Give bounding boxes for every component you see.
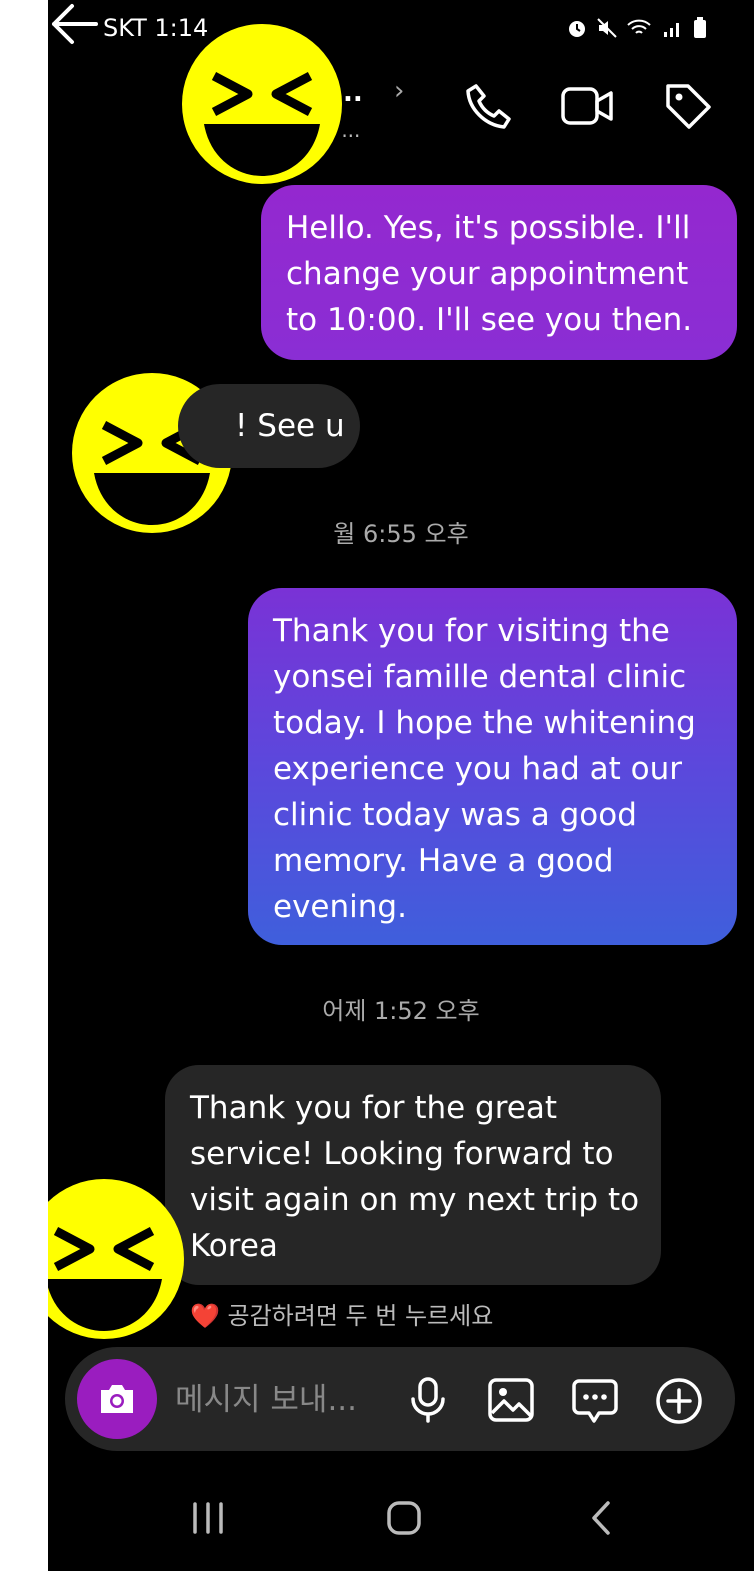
incoming-message-text: ! See u — [235, 408, 345, 444]
chevron-right-icon[interactable]: › — [394, 76, 404, 106]
back-arrow-icon[interactable] — [48, 0, 100, 48]
recent-apps-icon[interactable] — [188, 1498, 228, 1538]
sticker-icon[interactable] — [571, 1377, 619, 1425]
timestamp: 어제 1:52 오후 — [322, 997, 480, 1025]
incoming-message[interactable]: ! See u — [178, 384, 360, 468]
timestamp: 월 6:55 오후 — [333, 520, 469, 548]
outgoing-message[interactable]: Thank you for visiting the yonsei famill… — [248, 588, 737, 945]
microphone-icon[interactable] — [408, 1377, 448, 1423]
chat-screen: SKT 1:14 Y...i... › 완료 • ... Hell — [48, 0, 754, 1571]
tag-icon[interactable] — [662, 80, 714, 132]
signal-icon — [664, 23, 679, 37]
message-input[interactable] — [173, 1377, 387, 1423]
reaction-hint: ❤️ 공감하려면 두 번 누르세요 — [190, 1302, 494, 1330]
laughing-emoji-sticker — [182, 24, 342, 184]
phone-icon[interactable] — [462, 80, 514, 132]
nav-back-icon[interactable] — [582, 1498, 622, 1538]
video-icon[interactable] — [560, 80, 616, 132]
system-nav-bar — [48, 1490, 754, 1560]
laughing-emoji-sticker — [48, 1179, 184, 1339]
home-icon[interactable] — [384, 1498, 424, 1538]
status-icons — [566, 16, 708, 40]
outgoing-message[interactable]: Hello. Yes, it's possible. I'll change y… — [261, 185, 737, 360]
camera-icon — [101, 1385, 133, 1413]
battery-icon — [694, 17, 706, 38]
plus-icon[interactable] — [655, 1377, 703, 1425]
incoming-message[interactable]: Thank you for the great service! Looking… — [165, 1065, 661, 1285]
camera-button[interactable] — [77, 1359, 157, 1439]
mute-icon — [597, 18, 617, 38]
wifi-icon — [627, 19, 651, 34]
alarm-icon — [569, 21, 585, 37]
gallery-icon[interactable] — [487, 1377, 535, 1423]
message-composer — [65, 1347, 735, 1451]
